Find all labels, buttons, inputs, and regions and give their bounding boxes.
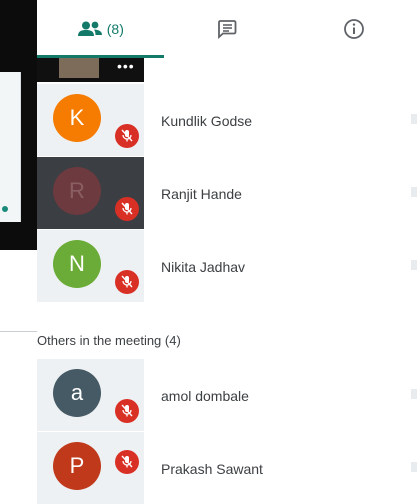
participant-tile: P xyxy=(37,432,144,504)
participant-tile: K xyxy=(37,84,144,156)
participant-name: Kundlik Godse xyxy=(161,113,253,129)
participant-name: Ranjit Hande xyxy=(161,186,242,202)
row-edge xyxy=(411,389,417,399)
chat-icon xyxy=(217,19,237,39)
info-icon xyxy=(343,18,365,40)
mic-off-icon xyxy=(115,124,139,148)
avatar: K xyxy=(53,94,101,142)
tab-info[interactable] xyxy=(290,0,417,58)
participant-tile: N xyxy=(37,230,144,302)
tab-chat[interactable] xyxy=(164,0,291,58)
participant-count: (8) xyxy=(106,21,124,37)
participant-name: Nikita Jadhav xyxy=(161,259,246,275)
status-dot xyxy=(2,206,8,212)
mic-off-icon xyxy=(115,399,139,423)
video-tile: ••• xyxy=(37,58,144,82)
mic-off-icon xyxy=(115,270,139,294)
people-icon xyxy=(77,21,103,37)
participant-tile: a xyxy=(37,359,144,431)
participant-name: Prakash Sawant xyxy=(161,461,263,477)
section-heading: Others in the meeting (4) xyxy=(37,333,181,348)
participant-tile: R xyxy=(37,157,144,229)
divider xyxy=(0,331,37,332)
side-panel-edge xyxy=(0,72,21,222)
row-edge xyxy=(411,187,417,197)
video-thumbnail xyxy=(59,58,99,78)
mic-off-icon xyxy=(115,197,139,221)
participant-name: amol dombale xyxy=(161,388,249,404)
avatar: R xyxy=(53,167,101,215)
row-edge xyxy=(411,114,417,124)
row-edge xyxy=(411,260,417,270)
tab-people[interactable]: (8) xyxy=(37,0,164,58)
avatar: P xyxy=(53,442,101,490)
avatar: a xyxy=(53,369,101,417)
avatar: N xyxy=(53,240,101,288)
more-options-icon[interactable]: ••• xyxy=(117,58,135,74)
mic-off-icon xyxy=(115,450,139,474)
panel-tabs: (8) xyxy=(37,0,417,58)
row-edge xyxy=(411,462,417,472)
